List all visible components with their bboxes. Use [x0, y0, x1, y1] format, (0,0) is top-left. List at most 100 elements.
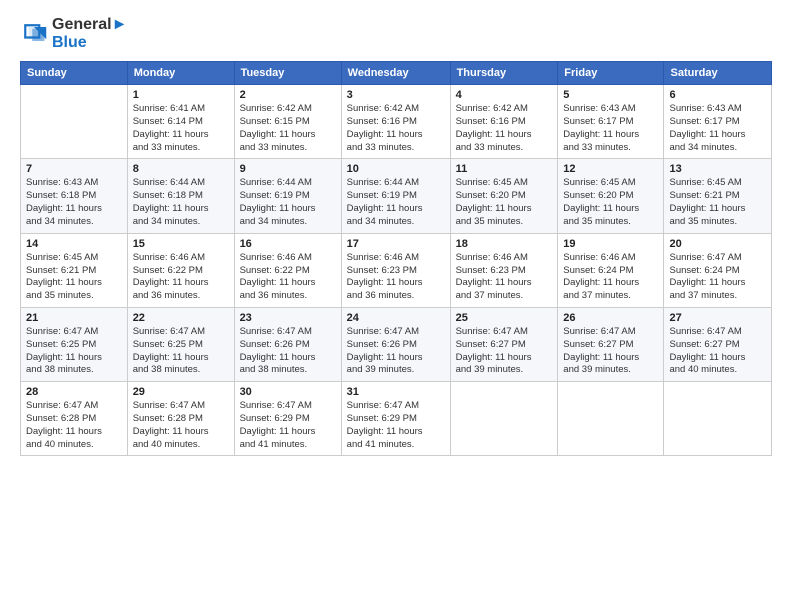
- day-number: 27: [669, 312, 766, 324]
- day-info: Sunrise: 6:42 AMSunset: 6:16 PMDaylight:…: [456, 103, 553, 154]
- logo: General► Blue: [20, 16, 127, 51]
- calendar-cell: 30 Sunrise: 6:47 AMSunset: 6:29 PMDayligh…: [234, 382, 341, 456]
- calendar-cell: 19 Sunrise: 6:46 AMSunset: 6:24 PMDayligh…: [558, 233, 664, 307]
- day-number: 25: [456, 312, 553, 324]
- calendar-cell: 2 Sunrise: 6:42 AMSunset: 6:15 PMDaylight…: [234, 85, 341, 159]
- calendar-cell: 22 Sunrise: 6:47 AMSunset: 6:25 PMDayligh…: [127, 307, 234, 381]
- day-info: Sunrise: 6:47 AMSunset: 6:27 PMDaylight:…: [563, 326, 658, 377]
- day-number: 3: [347, 89, 445, 101]
- calendar-cell: [558, 382, 664, 456]
- page: General► Blue SundayMondayTuesdayWednesd…: [0, 0, 792, 612]
- weekday-header-saturday: Saturday: [664, 62, 772, 85]
- weekday-header-row: SundayMondayTuesdayWednesdayThursdayFrid…: [21, 62, 772, 85]
- day-info: Sunrise: 6:42 AMSunset: 6:15 PMDaylight:…: [240, 103, 336, 154]
- day-info: Sunrise: 6:47 AMSunset: 6:28 PMDaylight:…: [26, 400, 122, 451]
- day-number: 18: [456, 238, 553, 250]
- day-number: 19: [563, 238, 658, 250]
- day-number: 1: [133, 89, 229, 101]
- day-number: 17: [347, 238, 445, 250]
- day-info: Sunrise: 6:46 AMSunset: 6:23 PMDaylight:…: [456, 252, 553, 303]
- day-info: Sunrise: 6:44 AMSunset: 6:19 PMDaylight:…: [240, 177, 336, 228]
- day-info: Sunrise: 6:47 AMSunset: 6:28 PMDaylight:…: [133, 400, 229, 451]
- calendar-cell: 9Sunrise: 6:44 AMSunset: 6:19 PMDaylight…: [234, 159, 341, 233]
- day-number: 24: [347, 312, 445, 324]
- calendar-cell: 16 Sunrise: 6:46 AMSunset: 6:22 PMDayligh…: [234, 233, 341, 307]
- calendar-cell: 27Sunrise: 6:47 AMSunset: 6:27 PMDayligh…: [664, 307, 772, 381]
- calendar-cell: 20Sunrise: 6:47 AMSunset: 6:24 PMDayligh…: [664, 233, 772, 307]
- calendar-cell: 21 Sunrise: 6:47 AMSunset: 6:25 PMDayligh…: [21, 307, 128, 381]
- day-info: Sunrise: 6:45 AMSunset: 6:20 PMDaylight:…: [456, 177, 553, 228]
- day-info: Sunrise: 6:45 AMSunset: 6:21 PMDaylight:…: [26, 252, 122, 303]
- calendar-cell: 25 Sunrise: 6:47 AMSunset: 6:27 PMDayligh…: [450, 307, 558, 381]
- day-number: 15: [133, 238, 229, 250]
- day-number: 6: [669, 89, 766, 101]
- day-number: 23: [240, 312, 336, 324]
- calendar-cell: 18 Sunrise: 6:46 AMSunset: 6:23 PMDayligh…: [450, 233, 558, 307]
- calendar-cell: 29 Sunrise: 6:47 AMSunset: 6:28 PMDayligh…: [127, 382, 234, 456]
- calendar-cell: 15 Sunrise: 6:46 AMSunset: 6:22 PMDayligh…: [127, 233, 234, 307]
- day-info: Sunrise: 6:43 AMSunset: 6:17 PMDaylight:…: [669, 103, 766, 154]
- day-info: Sunrise: 6:46 AMSunset: 6:23 PMDaylight:…: [347, 252, 445, 303]
- calendar-cell: 11 Sunrise: 6:45 AMSunset: 6:20 PMDayligh…: [450, 159, 558, 233]
- day-info: Sunrise: 6:41 AMSunset: 6:14 PMDaylight:…: [133, 103, 229, 154]
- day-info: Sunrise: 6:44 AMSunset: 6:18 PMDaylight:…: [133, 177, 229, 228]
- day-number: 11: [456, 163, 553, 175]
- calendar-cell: 3 Sunrise: 6:42 AMSunset: 6:16 PMDaylight…: [341, 85, 450, 159]
- calendar-cell: 28Sunrise: 6:47 AMSunset: 6:28 PMDayligh…: [21, 382, 128, 456]
- day-info: Sunrise: 6:43 AMSunset: 6:17 PMDaylight:…: [563, 103, 658, 154]
- day-info: Sunrise: 6:46 AMSunset: 6:22 PMDaylight:…: [240, 252, 336, 303]
- day-info: Sunrise: 6:47 AMSunset: 6:25 PMDaylight:…: [26, 326, 122, 377]
- calendar-cell: 23Sunrise: 6:47 AMSunset: 6:26 PMDayligh…: [234, 307, 341, 381]
- day-number: 16: [240, 238, 336, 250]
- logo-icon: [20, 20, 48, 48]
- day-number: 8: [133, 163, 229, 175]
- calendar-cell: 31 Sunrise: 6:47 AMSunset: 6:29 PMDayligh…: [341, 382, 450, 456]
- calendar-cell: 13Sunrise: 6:45 AMSunset: 6:21 PMDayligh…: [664, 159, 772, 233]
- day-number: 22: [133, 312, 229, 324]
- day-info: Sunrise: 6:47 AMSunset: 6:27 PMDaylight:…: [456, 326, 553, 377]
- day-number: 2: [240, 89, 336, 101]
- calendar-cell: 17 Sunrise: 6:46 AMSunset: 6:23 PMDayligh…: [341, 233, 450, 307]
- day-info: Sunrise: 6:45 AMSunset: 6:21 PMDaylight:…: [669, 177, 766, 228]
- calendar-cell: [450, 382, 558, 456]
- calendar-cell: 12Sunrise: 6:45 AMSunset: 6:20 PMDayligh…: [558, 159, 664, 233]
- calendar-cell: 8 Sunrise: 6:44 AMSunset: 6:18 PMDaylight…: [127, 159, 234, 233]
- day-number: 12: [563, 163, 658, 175]
- weekday-header-tuesday: Tuesday: [234, 62, 341, 85]
- day-number: 31: [347, 386, 445, 398]
- weekday-header-thursday: Thursday: [450, 62, 558, 85]
- calendar-cell: 1 Sunrise: 6:41 AMSunset: 6:14 PMDaylight…: [127, 85, 234, 159]
- day-number: 14: [26, 238, 122, 250]
- calendar-cell: [664, 382, 772, 456]
- calendar-cell: 24 Sunrise: 6:47 AMSunset: 6:26 PMDayligh…: [341, 307, 450, 381]
- header: General► Blue: [20, 16, 772, 51]
- day-info: Sunrise: 6:46 AMSunset: 6:22 PMDaylight:…: [133, 252, 229, 303]
- day-info: Sunrise: 6:47 AMSunset: 6:29 PMDaylight:…: [347, 400, 445, 451]
- weekday-header-wednesday: Wednesday: [341, 62, 450, 85]
- day-info: Sunrise: 6:42 AMSunset: 6:16 PMDaylight:…: [347, 103, 445, 154]
- day-number: 30: [240, 386, 336, 398]
- week-row-4: 21 Sunrise: 6:47 AMSunset: 6:25 PMDayligh…: [21, 307, 772, 381]
- day-info: Sunrise: 6:47 AMSunset: 6:25 PMDaylight:…: [133, 326, 229, 377]
- day-info: Sunrise: 6:47 AMSunset: 6:26 PMDaylight:…: [347, 326, 445, 377]
- day-info: Sunrise: 6:47 AMSunset: 6:24 PMDaylight:…: [669, 252, 766, 303]
- day-number: 29: [133, 386, 229, 398]
- weekday-header-sunday: Sunday: [21, 62, 128, 85]
- calendar-cell: 4Sunrise: 6:42 AMSunset: 6:16 PMDaylight…: [450, 85, 558, 159]
- day-number: 21: [26, 312, 122, 324]
- calendar-cell: 14 Sunrise: 6:45 AMSunset: 6:21 PMDayligh…: [21, 233, 128, 307]
- week-row-1: 1 Sunrise: 6:41 AMSunset: 6:14 PMDaylight…: [21, 85, 772, 159]
- weekday-header-monday: Monday: [127, 62, 234, 85]
- day-number: 5: [563, 89, 658, 101]
- calendar-cell: 6 Sunrise: 6:43 AMSunset: 6:17 PMDaylight…: [664, 85, 772, 159]
- week-row-5: 28Sunrise: 6:47 AMSunset: 6:28 PMDayligh…: [21, 382, 772, 456]
- calendar-cell: 7Sunrise: 6:43 AMSunset: 6:18 PMDaylight…: [21, 159, 128, 233]
- calendar-cell: 26Sunrise: 6:47 AMSunset: 6:27 PMDayligh…: [558, 307, 664, 381]
- day-number: 7: [26, 163, 122, 175]
- day-number: 10: [347, 163, 445, 175]
- weekday-header-friday: Friday: [558, 62, 664, 85]
- calendar-cell: 10Sunrise: 6:44 AMSunset: 6:19 PMDayligh…: [341, 159, 450, 233]
- day-info: Sunrise: 6:47 AMSunset: 6:29 PMDaylight:…: [240, 400, 336, 451]
- calendar-cell: 5 Sunrise: 6:43 AMSunset: 6:17 PMDaylight…: [558, 85, 664, 159]
- day-info: Sunrise: 6:46 AMSunset: 6:24 PMDaylight:…: [563, 252, 658, 303]
